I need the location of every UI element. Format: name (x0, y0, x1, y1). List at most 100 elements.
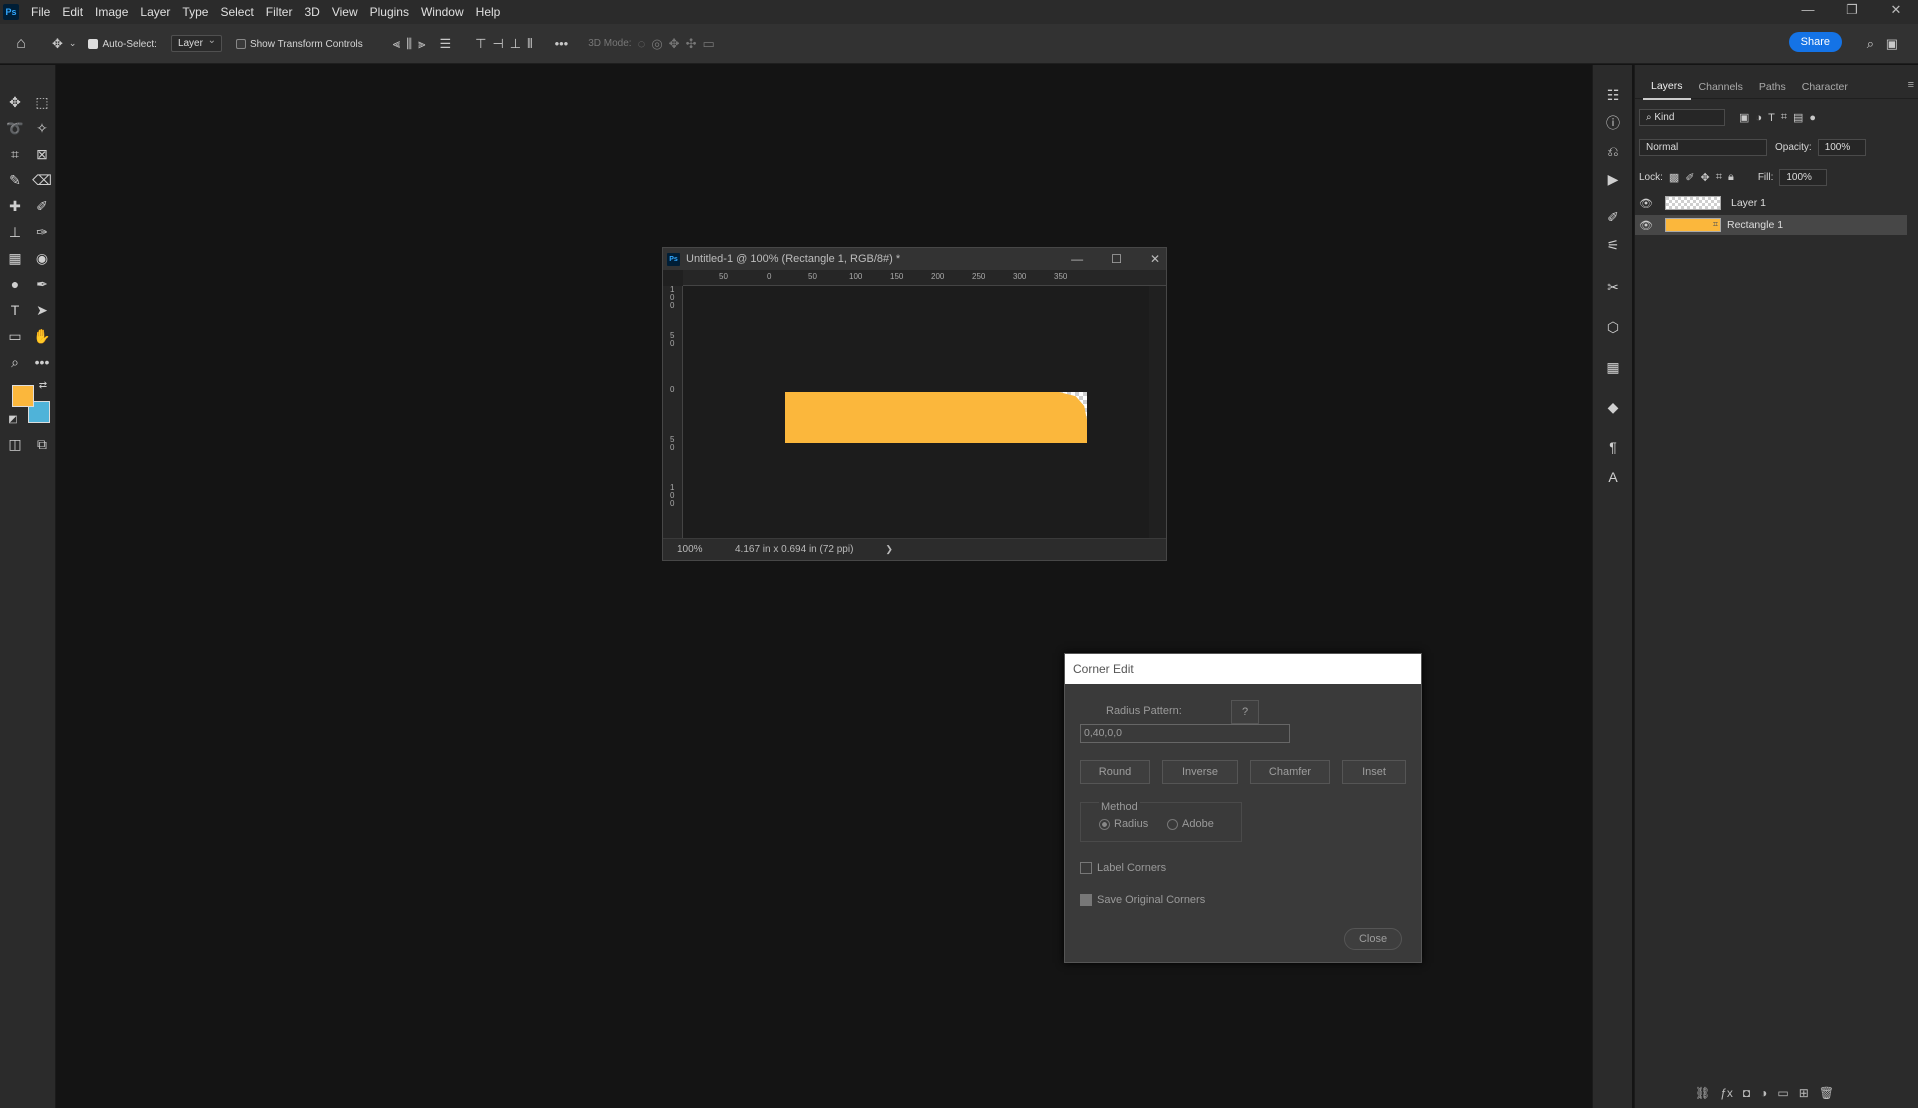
stamp-tool-icon[interactable]: ⊥ (3, 221, 27, 243)
menu-file[interactable]: File (25, 0, 56, 24)
pen-tool-icon[interactable]: ✒ (30, 273, 54, 295)
auto-select-checkbox[interactable]: Auto-Select: (88, 38, 157, 50)
close-button[interactable]: Close (1344, 928, 1402, 950)
visibility-eye-icon[interactable]: 👁︎ (1635, 197, 1657, 210)
hand-tool-icon[interactable]: ✋ (30, 325, 54, 347)
lock-all-icon[interactable]: 🔒︎ (1728, 171, 1734, 184)
panel-menu-icon[interactable]: ≡ (1908, 79, 1914, 91)
eyedropper-icon[interactable]: ✎ (3, 169, 27, 191)
adjustment-layer-icon[interactable]: ◑ (1760, 1086, 1767, 1100)
inset-button[interactable]: Inset (1342, 760, 1406, 784)
zoom-level[interactable]: 100% (663, 544, 725, 555)
tab-channels[interactable]: Channels (1691, 75, 1751, 99)
inverse-button[interactable]: Inverse (1162, 760, 1238, 784)
align-right-icon[interactable]: ⫸ (418, 36, 425, 52)
align-bottom-icon[interactable]: ⊥ (510, 36, 521, 52)
fill-field[interactable]: 100% (1779, 169, 1828, 186)
menu-select[interactable]: Select (214, 0, 259, 24)
help-button[interactable]: ? (1231, 700, 1259, 724)
close-window-button[interactable]: ✕ (1874, 0, 1918, 20)
tab-character[interactable]: Character (1794, 75, 1856, 99)
new-group-icon[interactable]: ▭ (1777, 1086, 1788, 1100)
eraser-icon[interactable]: ⌫ (30, 169, 54, 191)
filter-adjustment-icon[interactable]: ◑ (1755, 112, 1762, 124)
doc-minimize-button[interactable]: — (1071, 248, 1083, 270)
align-left-icon[interactable]: ⫷ (393, 36, 400, 52)
minimize-button[interactable]: — (1786, 0, 1830, 20)
character-panel-icon[interactable]: A (1603, 467, 1623, 487)
opacity-field[interactable]: 100% (1817, 139, 1866, 156)
move-tool-icon[interactable]: ✥ (52, 36, 63, 52)
glyphs-panel-icon[interactable]: ¶ (1603, 437, 1623, 457)
filter-pixel-icon[interactable]: ▣ (1739, 111, 1749, 124)
align-middle-icon[interactable]: ⊣ (492, 36, 503, 52)
gradient-tool-icon[interactable]: ▦ (3, 247, 27, 269)
plugins-panel-icon[interactable]: ◆ (1603, 397, 1623, 417)
home-icon[interactable]: ⌂ (10, 35, 32, 53)
info-panel-icon[interactable]: ⓘ (1603, 113, 1623, 133)
rectangle-tool-icon[interactable]: ▭ (3, 325, 27, 347)
properties-panel-icon[interactable]: ⚟ (1603, 235, 1623, 255)
healing-brush-icon[interactable]: ✚ (3, 195, 27, 217)
blur-tool-icon[interactable]: ◉ (30, 247, 54, 269)
swatches-panel-icon[interactable]: ▦ (1603, 357, 1623, 377)
lock-transparency-icon[interactable]: ▩ (1669, 171, 1679, 184)
menu-filter[interactable]: Filter (260, 0, 299, 24)
auto-select-dropdown[interactable]: Layer (170, 35, 222, 52)
history-brush-icon[interactable]: ✑ (30, 221, 54, 243)
lock-pixels-icon[interactable]: ✐ (1685, 171, 1694, 184)
swap-colors-icon[interactable]: ⇄ (36, 375, 50, 397)
distribute-spacing-icon[interactable]: ⫴ (527, 36, 532, 52)
magic-wand-icon[interactable]: ✧ (30, 117, 54, 139)
slide-3d-icon[interactable]: ✣ (686, 36, 697, 52)
menu-plugins[interactable]: Plugins (364, 0, 415, 24)
filter-kind-dropdown[interactable]: ⌕ Kind (1639, 109, 1725, 126)
brush-settings-icon[interactable]: ✐ (1603, 207, 1623, 227)
drag-3d-icon[interactable]: ✥ (669, 36, 680, 52)
3d-panel-icon[interactable]: ⬡ (1603, 317, 1623, 337)
doc-close-button[interactable]: ✕ (1150, 248, 1160, 270)
menu-help[interactable]: Help (470, 0, 507, 24)
doc-maximize-button[interactable]: ☐ (1111, 248, 1122, 270)
lock-artboard-icon[interactable]: ⌗ (1716, 171, 1722, 184)
canvas[interactable] (683, 286, 1149, 540)
show-transform-checkbox[interactable]: Show Transform Controls (235, 38, 363, 50)
adjustments-panel-icon[interactable]: ☷ (1603, 85, 1623, 105)
filter-type-icon[interactable]: T (1768, 112, 1775, 124)
default-colors-icon[interactable]: ◩ (6, 409, 20, 431)
add-mask-icon[interactable]: ◘ (1743, 1086, 1750, 1100)
round-button[interactable]: Round (1080, 760, 1150, 784)
distribute-icon[interactable]: ☰ (439, 36, 451, 52)
dodge-tool-icon[interactable]: ● (3, 273, 27, 295)
layer-row[interactable]: 👁︎ Layer 1 (1635, 193, 1907, 213)
rectangle-shape[interactable] (785, 392, 1087, 443)
menu-layer[interactable]: Layer (134, 0, 176, 24)
status-menu-icon[interactable]: ❯ (885, 544, 893, 555)
tab-paths[interactable]: Paths (1751, 75, 1794, 99)
frame-tool-icon[interactable]: ⊠ (30, 143, 54, 165)
brush-tool-icon[interactable]: ✐ (30, 195, 54, 217)
trash-icon[interactable]: 🗑︎ (1819, 1086, 1834, 1100)
method-radius-radio[interactable]: Radius (1099, 818, 1148, 830)
history-panel-icon[interactable]: ⎌ (1603, 141, 1623, 161)
menu-type[interactable]: Type (176, 0, 214, 24)
filter-toggle-icon[interactable]: ● (1809, 112, 1816, 124)
label-corners-checkbox[interactable]: Label Corners (1080, 862, 1166, 875)
more-options-icon[interactable]: ••• (555, 36, 569, 51)
tool-presets-icon[interactable]: ✂ (1603, 277, 1623, 297)
workspace-icon[interactable]: ▣ (1886, 36, 1898, 52)
roll-3d-icon[interactable]: ◎ (651, 36, 662, 52)
crop-tool-icon[interactable]: ⌗ (3, 143, 27, 165)
fx-icon[interactable]: ƒx (1720, 1086, 1733, 1100)
search-icon[interactable]: ⌕ (1867, 36, 1874, 52)
menu-3d[interactable]: 3D (298, 0, 325, 24)
menu-edit[interactable]: Edit (56, 0, 89, 24)
screen-mode-icon[interactable]: ⧉ (30, 433, 54, 455)
method-adobe-radio[interactable]: Adobe (1167, 818, 1214, 830)
filter-smart-object-icon[interactable]: ▤ (1793, 111, 1803, 124)
share-button[interactable]: Share (1788, 32, 1842, 52)
quick-mask-icon[interactable]: ◫ (3, 433, 27, 455)
marquee-tool-icon[interactable]: ⬚ (30, 91, 54, 113)
type-tool-icon[interactable]: T (3, 299, 27, 321)
document-title-bar[interactable]: Ps Untitled-1 @ 100% (Rectangle 1, RGB/8… (663, 248, 1166, 270)
